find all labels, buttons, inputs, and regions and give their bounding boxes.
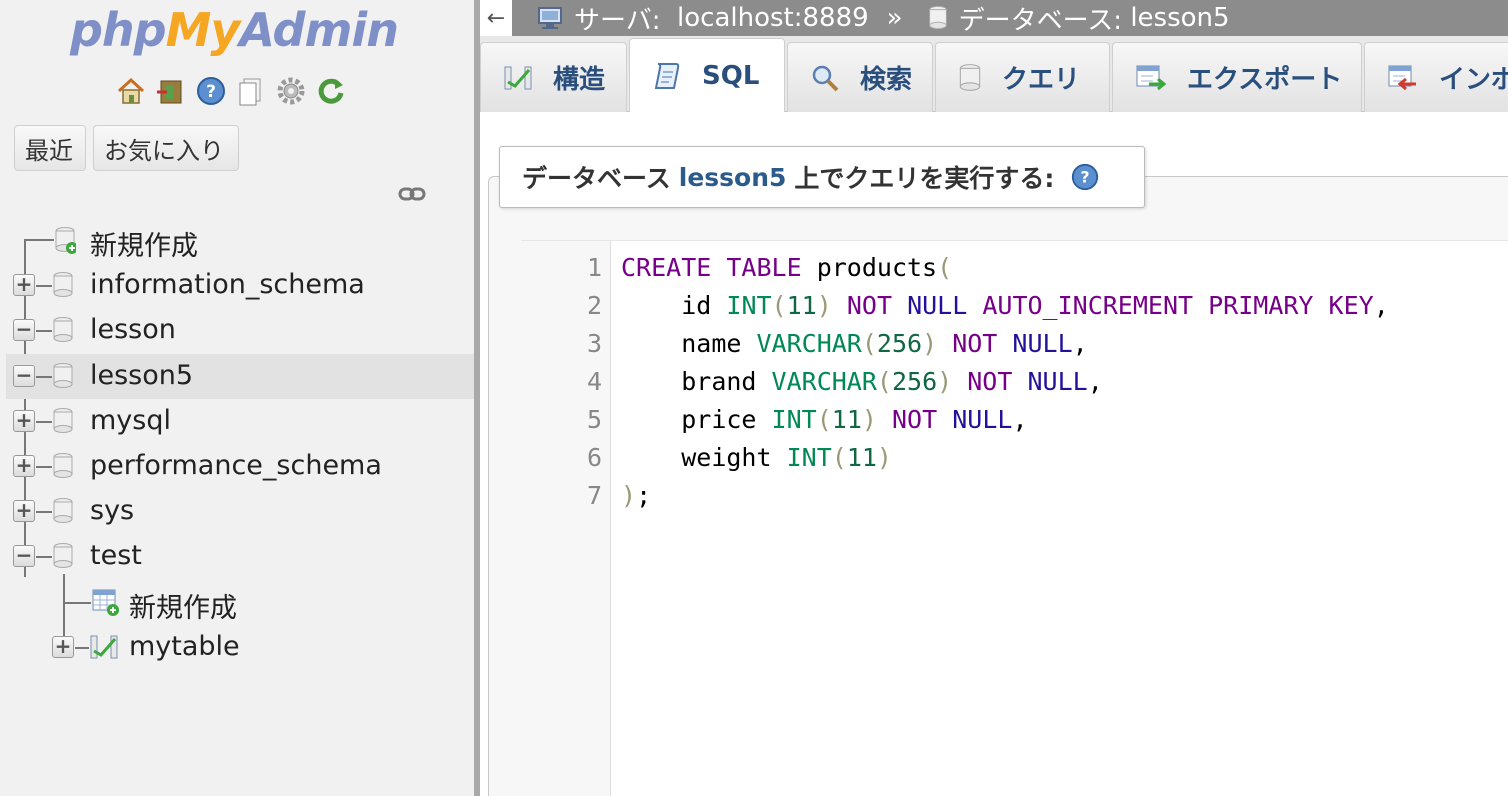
line-number: 2 [586, 291, 602, 320]
code-line[interactable]: brand VARCHAR(256) NOT NULL, [621, 367, 1103, 396]
nav-icon-bar: ? [114, 74, 348, 108]
code-line[interactable]: id INT(11) NOT NULL AUTO_INCREMENT PRIMA… [621, 291, 1389, 320]
line-number: 7 [586, 481, 602, 510]
code-line[interactable]: CREATE TABLE products( [621, 253, 952, 282]
settings-gear-icon[interactable] [274, 74, 308, 108]
tab-import[interactable]: インポ [1364, 42, 1508, 112]
recent-tables-button[interactable]: 最近 [14, 125, 86, 171]
reload-icon[interactable] [314, 74, 348, 108]
tree-item-sys[interactable]: + sys [0, 489, 474, 534]
sql-editor[interactable]: 1 2 3 4 5 6 7 CREATE TABLE products( id … [521, 240, 1508, 796]
breadcrumb-server[interactable]: サーバ: localhost:8889 [536, 0, 869, 37]
query-database-name: lesson5 [678, 162, 787, 192]
sql-icon [654, 63, 680, 89]
export-icon [1136, 65, 1167, 90]
line-number: 6 [586, 443, 602, 472]
breadcrumb-separator: » [886, 3, 903, 33]
tab-export[interactable]: エクスポート [1112, 42, 1362, 112]
collapse-nav-arrow[interactable]: ← [480, 0, 512, 36]
code-line[interactable]: ); [621, 481, 651, 510]
tab-bar: 構造 SQL 検索 クエリ エクスポート インポ [480, 36, 1508, 113]
line-number: 3 [586, 329, 602, 358]
help-icon[interactable]: ? [194, 74, 228, 108]
new-database-icon [55, 227, 76, 254]
tree-item-label[interactable]: information_schema [90, 269, 365, 300]
tree-item-test[interactable]: − test [0, 534, 474, 579]
home-icon[interactable] [114, 74, 148, 108]
svg-text:?: ? [206, 82, 216, 102]
tree-item-information-schema[interactable]: + information_schema [0, 263, 474, 308]
code-line[interactable]: weight INT(11) [621, 443, 892, 472]
database-icon [53, 498, 73, 523]
new-table-icon [92, 589, 119, 616]
expand-icon[interactable]: + [13, 410, 35, 432]
svg-text:?: ? [1081, 168, 1090, 187]
tree-item-label[interactable]: mysql [90, 405, 171, 436]
database-icon [53, 363, 73, 388]
expand-icon[interactable]: + [13, 274, 35, 296]
tree-item-label[interactable]: 新規作成 [90, 224, 198, 263]
tree-item-label[interactable]: mytable [129, 631, 240, 662]
import-icon [1388, 65, 1416, 90]
collapse-icon[interactable]: − [13, 365, 35, 387]
table-structure-icon [90, 635, 118, 659]
collapse-icon[interactable]: − [13, 319, 35, 341]
line-number: 5 [586, 405, 602, 434]
tree-item-label[interactable]: test [90, 540, 142, 571]
main-panel: データベース lesson5 上でクエリを実行する: ? 1 2 3 4 5 6… [480, 112, 1508, 796]
server-icon [538, 7, 562, 29]
database-icon [928, 5, 947, 30]
tree-item-label[interactable]: performance_schema [90, 450, 382, 481]
tree-item-new-table[interactable]: 新規作成 [0, 580, 474, 625]
tree-item-performance-schema[interactable]: + performance_schema [0, 444, 474, 489]
query-box-title: データベース lesson5 上でクエリを実行する: ? [499, 146, 1145, 208]
help-icon[interactable]: ? [1070, 162, 1100, 192]
tree-item-label[interactable]: lesson5 [90, 360, 193, 391]
logout-icon[interactable] [154, 74, 188, 108]
database-icon [53, 317, 73, 342]
line-number: 1 [586, 253, 602, 282]
line-number-gutter: 1 2 3 4 5 6 7 [521, 241, 611, 796]
expand-icon[interactable]: + [13, 455, 35, 477]
tree-item-mytable[interactable]: + mytable [0, 625, 474, 670]
breadcrumb: ← サーバ: localhost:8889 » データベース: lesson5 [480, 0, 1508, 36]
tree-item-label[interactable]: lesson [90, 314, 176, 345]
navigation-panel: phpMyAdmin ? 最近 お気に入り 新規作成 + information… [0, 0, 474, 796]
tab-search[interactable]: 検索 [787, 42, 933, 112]
database-icon [53, 408, 73, 433]
tree-item-label[interactable]: sys [90, 495, 134, 526]
code-line[interactable]: price INT(11) NOT NULL, [621, 405, 1027, 434]
search-icon [812, 65, 839, 91]
favorite-tables-button[interactable]: お気に入り [93, 125, 239, 171]
line-number: 4 [586, 367, 602, 396]
structure-icon [504, 66, 532, 89]
query-icon [959, 63, 981, 91]
database-icon [53, 453, 73, 478]
phpmyadmin-logo[interactable]: phpMyAdmin [70, 2, 399, 58]
expand-icon[interactable]: + [52, 636, 74, 658]
tab-structure[interactable]: 構造 [480, 42, 627, 112]
tree-item-new-database[interactable]: 新規作成 [0, 218, 474, 263]
link-with-main-panel-icon[interactable] [398, 184, 426, 208]
code-line[interactable]: name VARCHAR(256) NOT NULL, [621, 329, 1087, 358]
tab-sql[interactable]: SQL [629, 38, 785, 113]
tab-query[interactable]: クエリ [935, 42, 1110, 112]
database-icon [53, 543, 73, 568]
tree-item-label[interactable]: 新規作成 [129, 586, 237, 625]
tree-item-lesson5[interactable]: − lesson5 [6, 354, 474, 399]
collapse-icon[interactable]: − [13, 545, 35, 567]
tree-item-lesson[interactable]: − lesson [0, 308, 474, 353]
expand-icon[interactable]: + [13, 500, 35, 522]
breadcrumb-database[interactable]: データベース: lesson5 [927, 0, 1230, 37]
documentation-icon[interactable] [234, 74, 268, 108]
tree-item-mysql[interactable]: + mysql [0, 399, 474, 444]
database-icon [53, 272, 73, 297]
